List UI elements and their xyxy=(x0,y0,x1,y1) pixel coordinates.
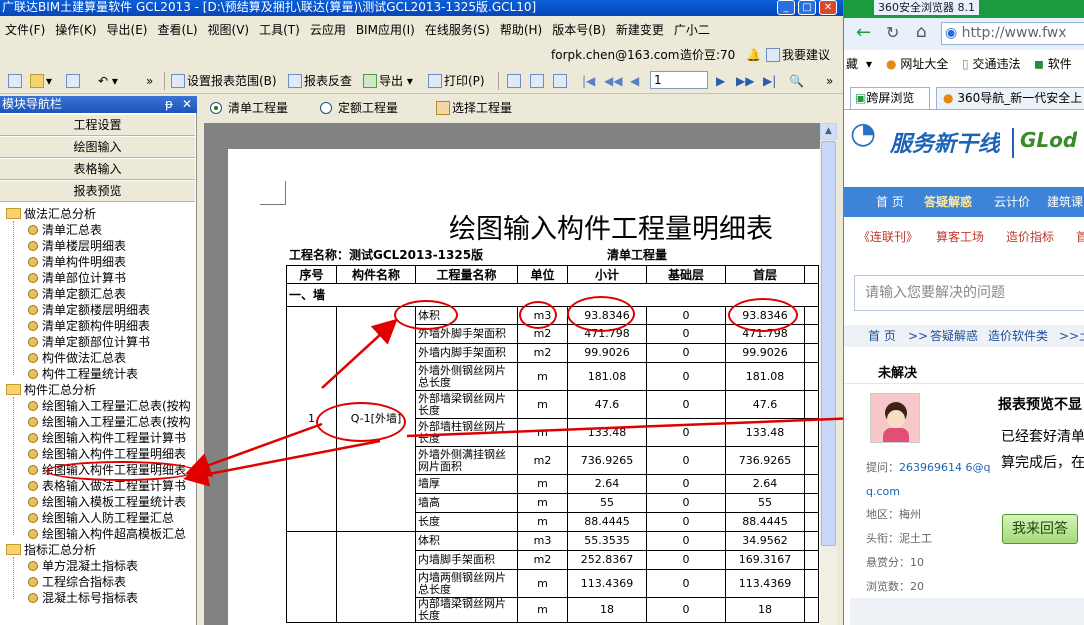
question-search-input[interactable]: 请输入您要解决的问题 xyxy=(854,275,1084,311)
bookmark-software[interactable]: ◼ 软件 xyxy=(1034,53,1072,75)
site-nav: 首 页 答疑解惑 云计价 建筑课 xyxy=(844,187,1084,217)
bookmark-bar: 藏 ▾ ● 网址大全 ▯ 交通违法 ◼ 软件 xyxy=(844,53,1084,75)
answer-button[interactable]: 我来回答 xyxy=(1002,514,1078,544)
bookmark-traffic[interactable]: ▯ 交通违法 xyxy=(962,53,1020,75)
site-nav-qa[interactable]: 答疑解惑 xyxy=(924,187,972,217)
browser-tab-strip: ▣跨屏浏览 ● 360导航_新一代安全上 xyxy=(844,86,1084,110)
bookmark-fav[interactable]: 藏 xyxy=(846,53,858,75)
crumb-category[interactable]: 造价软件类 xyxy=(988,325,1048,347)
refresh-icon[interactable]: ↻ xyxy=(886,23,899,42)
question-status: 未解决 xyxy=(878,366,918,381)
question-title[interactable]: 报表预览不显 xyxy=(998,394,1082,414)
site-nav-home[interactable]: 首 页 xyxy=(876,187,904,217)
question-text-line: 算完成后，在 xyxy=(1001,455,1084,471)
browser-window: 360安全浏览器 8.1 ← ↻ ⌂ ◉ http://www.fwx 藏 ▾ … xyxy=(843,0,1084,625)
subnav-workshop[interactable]: 算客工场 xyxy=(936,227,984,247)
crumb-qa[interactable]: 答疑解惑 xyxy=(930,325,978,347)
site-nav-cloud[interactable]: 云计价 xyxy=(994,187,1030,217)
asker-rank: 头衔：泥土工 xyxy=(866,532,932,545)
asker-label: 提问：263969614 6@q xyxy=(866,461,991,474)
site-logo-en: GLod xyxy=(1020,128,1078,152)
tab-360-nav[interactable]: ● 360导航_新一代安全上 xyxy=(936,87,1084,109)
site-logo: 服务新干线 xyxy=(890,132,1001,157)
chevron-down-icon[interactable]: ▾ xyxy=(866,53,872,75)
browser-footer xyxy=(850,598,1084,625)
bookmark-sites[interactable]: ● 网址大全 xyxy=(886,53,948,75)
browser-app-name: 360安全浏览器 8.1 xyxy=(874,0,979,15)
home-icon[interactable]: ⌂ xyxy=(916,22,927,42)
subnav-magazine[interactable]: 《连联刊》 xyxy=(858,227,918,247)
asker-views: 浏览数：20 xyxy=(866,580,924,593)
tab-cross-screen[interactable]: ▣跨屏浏览 xyxy=(850,87,930,109)
url-field[interactable]: ◉ http://www.fwx xyxy=(941,22,1084,45)
site-subnav: 《连联刊》 算客工场 造价指标 首 xyxy=(844,227,1084,247)
avatar-face-icon xyxy=(887,410,905,428)
question-text-line: 已经套好清单 xyxy=(1001,429,1084,445)
avatar-body-icon xyxy=(883,428,909,442)
back-icon[interactable]: ← xyxy=(856,22,871,43)
asker-name[interactable]: q.com xyxy=(866,485,900,498)
subnav-more[interactable]: 首 xyxy=(1076,227,1084,247)
logo-divider xyxy=(1012,128,1014,158)
breadcrumb: 首 页 >> 答疑解惑 造价软件类 >> 土 xyxy=(844,325,1084,347)
avatar[interactable] xyxy=(870,393,920,443)
asker-reward: 悬赏分：10 xyxy=(866,556,924,569)
subnav-index[interactable]: 造价指标 xyxy=(1006,227,1054,247)
globe-icon: ◉ xyxy=(945,25,958,41)
service-logo-icon: ◔ xyxy=(850,116,877,151)
site-nav-course[interactable]: 建筑课 xyxy=(1047,187,1083,217)
asker-region: 地区：梅州 xyxy=(866,508,921,521)
browser-address-bar: ← ↻ ⌂ ◉ http://www.fwx xyxy=(844,18,1084,50)
divider xyxy=(844,383,1084,384)
crumb-home[interactable]: 首 页 xyxy=(868,325,896,347)
